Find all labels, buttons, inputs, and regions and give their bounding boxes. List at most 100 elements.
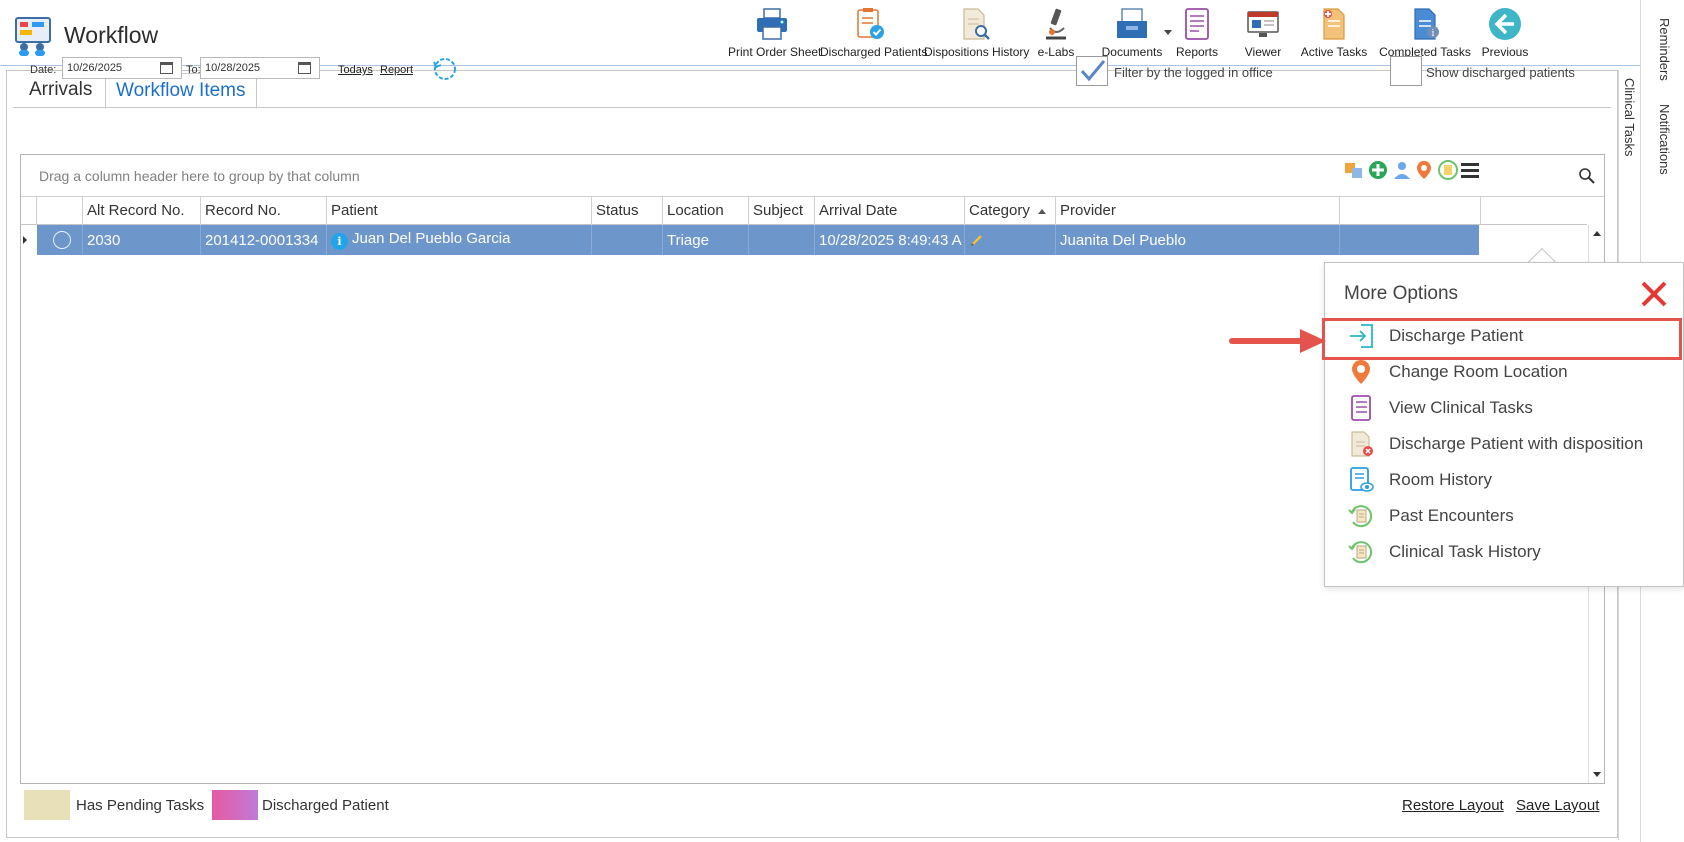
show-discharged-label: Show discharged patients	[1426, 65, 1575, 80]
menu-item-change-room-location[interactable]: Change Room Location	[1325, 355, 1684, 389]
row-select-radio[interactable]	[53, 231, 71, 249]
clinical-tasks-tab[interactable]: Clinical Tasks	[1622, 78, 1637, 157]
active-tasks-icon	[1323, 8, 1345, 40]
cell-provider: Juanita Del Pueblo	[1056, 225, 1340, 255]
table-row[interactable]: 2030 201412-0001334 i Juan Del Pueblo Gar…	[23, 225, 1479, 255]
discharge-highlight-box	[1322, 318, 1682, 360]
document-tray-icon	[1117, 8, 1147, 38]
clipboard-check-icon	[857, 8, 884, 39]
date-label: Date:	[30, 64, 57, 76]
column-header-status[interactable]: Status	[592, 197, 663, 225]
document-search-icon	[963, 8, 990, 40]
completed-tasks-button[interactable]: i Completed Tasks	[1378, 6, 1472, 62]
viewer-button[interactable]: Viewer	[1234, 6, 1292, 62]
column-header-arrival-date[interactable]: Arrival Date	[815, 197, 965, 225]
reports-button[interactable]: Reports	[1168, 6, 1226, 62]
page-title: Workflow	[64, 22, 159, 48]
refresh-icon[interactable]	[432, 56, 458, 82]
patient-info-icon[interactable]: i	[331, 233, 348, 250]
column-header-alt-record[interactable]: Alt Record No.	[83, 197, 201, 225]
active-tasks-button[interactable]: Active Tasks	[1298, 6, 1370, 62]
cell-patient: i Juan Del Pueblo Garcia	[327, 225, 592, 255]
svg-text:i: i	[1432, 29, 1435, 39]
task-history-icon[interactable]	[1437, 159, 1459, 181]
menu-item-label: Room History	[1389, 470, 1492, 489]
more-options-popup: More Options Discharge Patient Change Ro…	[1324, 262, 1684, 587]
column-header-row: Alt Record No. Record No. Patient Status…	[21, 197, 1587, 225]
filter-office-label: Filter by the logged in office	[1114, 65, 1273, 80]
clinical-tasks-icon	[1351, 395, 1371, 421]
viewer-icon	[1247, 11, 1279, 37]
menu-item-label: Past Encounters	[1389, 506, 1514, 525]
tab-divider	[13, 107, 1611, 108]
menu-item-room-history[interactable]: Room History	[1325, 463, 1684, 497]
scroll-down-icon[interactable]	[1593, 772, 1601, 777]
notifications-tab[interactable]: Notifications	[1657, 104, 1672, 175]
microscope-icon	[1046, 8, 1066, 40]
cell-location: Triage	[663, 225, 749, 255]
filter-bar: Date: To: Todays Report Filter by the lo…	[22, 56, 1602, 86]
pending-tasks-label: Has Pending Tasks	[76, 797, 205, 814]
menu-item-view-clinical-tasks[interactable]: View Clinical Tasks	[1325, 391, 1684, 425]
column-header-category[interactable]: Category	[965, 197, 1056, 225]
filter-office-checkbox[interactable]	[1076, 56, 1108, 86]
e-labs-button[interactable]: e-Labs	[1030, 6, 1082, 62]
to-label: To:	[186, 64, 201, 76]
reminders-tab[interactable]: Reminders	[1657, 18, 1672, 81]
search-icon[interactable]	[1578, 167, 1596, 185]
save-layout-link[interactable]: Save Layout	[1516, 797, 1599, 814]
cell-arrival-date: 10/28/2025 8:49:43 A	[815, 225, 965, 255]
pencil-icon[interactable]	[969, 232, 985, 248]
select-cell	[37, 225, 83, 255]
column-header-category-label: Category	[969, 202, 1030, 219]
cell-record-no: 201412-0001334	[201, 225, 327, 255]
completed-tasks-icon: i	[1414, 8, 1439, 40]
cell-alt-record: 2030	[83, 225, 201, 255]
documents-button[interactable]: Documents	[1096, 6, 1168, 62]
popup-title: More Options	[1344, 283, 1459, 304]
todays-link[interactable]: Todays	[338, 64, 373, 76]
report-link[interactable]: Report	[380, 64, 413, 76]
column-header-subject[interactable]: Subject	[749, 197, 815, 225]
menu-item-discharge-with-disposition[interactable]: Discharge Patient with disposition	[1325, 427, 1684, 461]
document-x-icon	[1351, 431, 1373, 457]
pointer-arrow-icon	[1229, 329, 1326, 353]
add-icon[interactable]	[1367, 159, 1389, 181]
checkmark-icon	[1080, 60, 1106, 82]
cell-status	[592, 225, 663, 255]
restore-layout-link[interactable]: Restore Layout	[1402, 797, 1504, 814]
room-history-icon	[1350, 467, 1374, 492]
column-header-patient[interactable]: Patient	[327, 197, 592, 225]
location-pin-icon[interactable]	[1413, 159, 1435, 181]
group-by-hint: Drag a column header here to group by th…	[39, 168, 360, 184]
transfer-icon[interactable]	[1343, 159, 1365, 181]
history-icon	[1348, 541, 1373, 564]
menu-item-label: Discharge Patient with disposition	[1389, 434, 1644, 453]
user-icon[interactable]	[1391, 159, 1413, 181]
report-icon	[1185, 8, 1209, 40]
column-header-record-no[interactable]: Record No.	[201, 197, 327, 225]
menu-item-label: Change Room Location	[1389, 362, 1568, 381]
column-header-actions	[1340, 197, 1481, 225]
show-discharged-checkbox[interactable]	[1390, 56, 1422, 86]
more-options-menu-icon[interactable]	[1459, 159, 1481, 181]
discharged-patient-swatch	[212, 790, 258, 820]
scroll-up-icon[interactable]	[1593, 231, 1601, 236]
previous-button[interactable]: Previous	[1476, 6, 1534, 62]
print-order-sheet-button[interactable]: Print Order Sheet	[728, 6, 821, 62]
calendar-icon[interactable]	[298, 62, 311, 74]
column-header-location[interactable]: Location	[663, 197, 749, 225]
menu-item-label: Clinical Task History	[1389, 542, 1541, 561]
column-header-provider[interactable]: Provider	[1056, 197, 1340, 225]
dispositions-history-button[interactable]: Dispositions History	[924, 6, 1029, 62]
printer-icon	[757, 8, 787, 40]
patient-name: Juan Del Pueblo Garcia	[352, 230, 511, 247]
menu-item-past-encounters[interactable]: Past Encounters	[1325, 499, 1684, 533]
discharged-patients-button[interactable]: Discharged Patients	[820, 6, 927, 62]
menu-item-label: View Clinical Tasks	[1389, 398, 1533, 417]
select-header	[37, 197, 83, 225]
calendar-icon[interactable]	[160, 62, 173, 74]
menu-item-clinical-task-history[interactable]: Clinical Task History	[1325, 535, 1684, 569]
app-window: { "app": { "title": "Workflow" }, "toolb…	[0, 0, 1684, 842]
close-icon[interactable]	[1639, 279, 1669, 309]
